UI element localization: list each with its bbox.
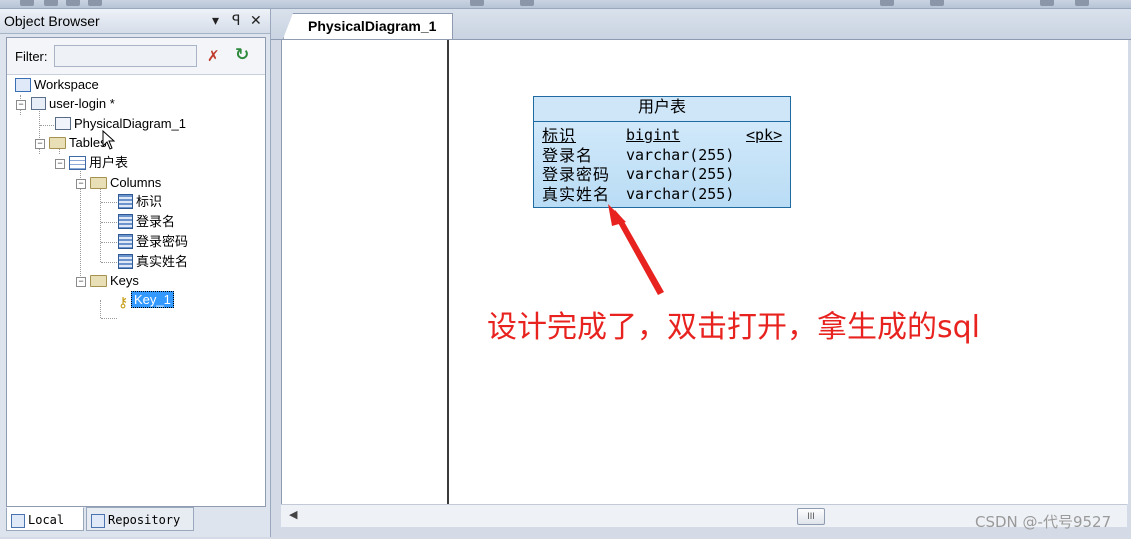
diagram-canvas[interactable]: 用户表 标识 bigint <pk> 登录名 varchar(255) 登录密码… — [281, 40, 1128, 504]
tree-node-key[interactable]: ⚷ Key_1 — [118, 291, 174, 310]
toolbar-button[interactable] — [930, 0, 944, 6]
folder-icon — [90, 176, 107, 189]
scroll-left-arrow-icon[interactable]: ◀ — [289, 508, 297, 521]
workspace-icon — [15, 77, 31, 92]
selected-key-label: Key_1 — [131, 291, 174, 308]
local-icon — [11, 513, 25, 528]
document-tabbar: PhysicalDiagram_1 — [271, 9, 1131, 40]
collapse-icon[interactable]: − — [35, 139, 45, 149]
collapse-icon[interactable]: − — [76, 277, 86, 287]
dropdown-arrow-icon[interactable]: ▾ — [212, 12, 219, 29]
column-icon — [118, 254, 133, 270]
scrollbar-thumb[interactable]: III — [797, 508, 825, 525]
toolbar-button[interactable] — [880, 0, 894, 6]
tree-node-column[interactable]: 真实姓名 — [118, 253, 188, 271]
clear-filter-icon[interactable]: ✗ — [207, 47, 220, 65]
tree-node-keys-folder[interactable]: Keys — [90, 272, 139, 290]
tab-local[interactable]: Local — [6, 507, 84, 531]
tree-node-diagram[interactable]: PhysicalDiagram_1 — [55, 115, 186, 133]
annotation-arrow — [608, 204, 664, 295]
mouse-cursor-icon — [102, 130, 116, 150]
table-icon — [69, 155, 86, 170]
physical-model-icon — [31, 97, 46, 111]
collapse-icon[interactable]: − — [55, 159, 65, 169]
toolbar-button[interactable] — [44, 0, 58, 6]
collapse-icon[interactable]: − — [76, 179, 86, 189]
toolbar-button[interactable] — [20, 0, 34, 6]
pin-icon[interactable]: ꟼ — [232, 12, 240, 29]
column-icon — [118, 234, 133, 250]
toolbar-button[interactable] — [1075, 0, 1089, 6]
toolbar — [0, 0, 1131, 9]
tree-node-table[interactable]: 用户表 — [69, 154, 128, 172]
tree-node-columns-folder[interactable]: Columns — [90, 174, 161, 192]
toolbar-button[interactable] — [520, 0, 534, 6]
object-browser-content: Filter: ✗ ↻ Workspace − user-login * Phy… — [6, 37, 266, 507]
diagram-icon — [55, 117, 71, 131]
tree-node-workspace[interactable]: Workspace — [15, 76, 99, 94]
tree-node-column[interactable]: 登录密码 — [118, 233, 188, 251]
tab-repository[interactable]: Repository — [86, 507, 194, 531]
close-icon[interactable]: ✕ — [250, 12, 262, 29]
folder-icon — [90, 274, 107, 287]
collapse-icon[interactable]: − — [16, 100, 26, 110]
tree-node-model[interactable]: user-login * — [31, 95, 115, 113]
toolbar-button[interactable] — [470, 0, 484, 6]
refresh-icon[interactable]: ↻ — [235, 45, 249, 65]
toolbar-button[interactable] — [88, 0, 102, 6]
repository-icon — [91, 513, 105, 528]
tree-node-tables-folder[interactable]: Tables — [49, 134, 107, 152]
tree-node-column[interactable]: 标识 — [118, 193, 162, 211]
object-browser-panel: Object Browser ▾ ꟼ ✕ Filter: ✗ ↻ Workspa… — [0, 9, 271, 537]
tree-node-column[interactable]: 登录名 — [118, 213, 175, 231]
object-browser-tabs: Local Repository — [6, 507, 264, 533]
object-tree: Workspace − user-login * PhysicalDiagram… — [7, 76, 265, 496]
filter-row: Filter: ✗ ↻ — [7, 38, 265, 75]
toolbar-button[interactable] — [66, 0, 80, 6]
column-icon — [118, 194, 133, 210]
annotation-text: 设计完成了，双击打开，拿生成的sql — [487, 310, 981, 345]
filter-label: Filter: — [15, 49, 48, 64]
tab-physical-diagram[interactable]: PhysicalDiagram_1 — [283, 13, 453, 39]
watermark: CSDN @-代号9527 — [975, 513, 1112, 531]
column-icon — [118, 214, 133, 230]
toolbar-button[interactable] — [1040, 0, 1054, 6]
key-icon: ⚷ — [118, 293, 129, 310]
object-browser-titlebar: Object Browser ▾ ꟼ ✕ — [0, 9, 270, 34]
folder-icon — [49, 136, 66, 149]
object-browser-title: Object Browser — [4, 13, 100, 29]
filter-input[interactable] — [54, 45, 197, 67]
